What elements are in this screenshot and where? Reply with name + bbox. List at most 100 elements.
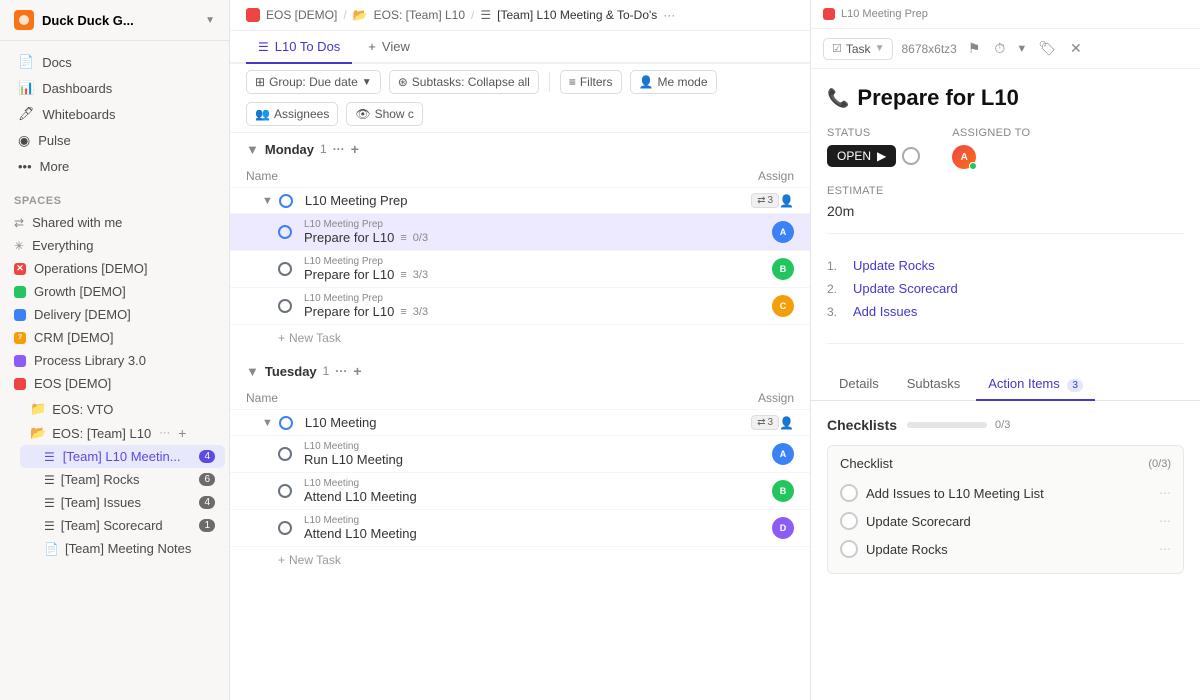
add-icon[interactable]: +: [178, 425, 186, 441]
prepare-l10-2-check[interactable]: [278, 262, 292, 276]
growth-icon: [14, 286, 26, 298]
sidebar-item-dashboards[interactable]: 📊 Dashboards: [4, 75, 225, 101]
sidebar-item-crm[interactable]: ? CRM [DEMO]: [0, 326, 229, 349]
sidebar-item-eos-vto[interactable]: 📁 EOS: VTO: [16, 397, 229, 421]
prepare-l10-3-row[interactable]: L10 Meeting Prep Prepare for L10 ≡ 3/3 C: [230, 288, 810, 325]
prepare-l10-3-check[interactable]: [278, 299, 292, 313]
breadcrumb-item-3[interactable]: [Team] L10 Meeting & To-Do's: [497, 8, 657, 22]
monday-add-icon[interactable]: +: [351, 141, 359, 157]
breadcrumb-more-icon[interactable]: ···: [663, 8, 675, 22]
panel-topbar2: ☑ Task ▼ 8678x6tz3 ⚑ ⏱ ▼ 🏷 ✕: [811, 29, 1200, 69]
l10-prep-collapse[interactable]: ▼: [262, 195, 273, 207]
l10-prep-group-name: L10 Meeting Prep: [305, 193, 408, 208]
breadcrumb-item-1[interactable]: EOS [DEMO]: [266, 8, 337, 22]
ellipsis-icon[interactable]: ···: [159, 427, 170, 439]
group-by-button[interactable]: ⊞ Group: Due date ▼: [246, 70, 381, 94]
assignee-avatar[interactable]: A: [952, 145, 976, 169]
ordered-link-2[interactable]: Update Scorecard: [853, 281, 958, 296]
status-button[interactable]: OPEN ▶: [827, 145, 896, 167]
filters-button[interactable]: ≡ Filters: [560, 70, 622, 94]
sidebar-item-team-scorecard[interactable]: ☰ [Team] Scorecard 1: [16, 514, 229, 537]
checklist-item-2[interactable]: Update Scorecard ⋯: [840, 507, 1171, 535]
task-type-badge[interactable]: ☑ Task ▼: [823, 38, 893, 60]
checklists-section-header: Checklists 0/3: [827, 417, 1184, 433]
sidebar-item-shared[interactable]: ⇄ Shared with me: [0, 211, 229, 234]
checklist-item-3[interactable]: Update Rocks ⋯: [840, 535, 1171, 563]
sidebar-item-team-issues[interactable]: ☰ [Team] Issues 4: [16, 491, 229, 514]
l10-prep-assign-icon[interactable]: 👤: [779, 194, 794, 208]
prepare-l10-1-row[interactable]: L10 Meeting Prep Prepare for L10 ≡ 0/3 A: [230, 214, 810, 251]
sidebar-item-pulse[interactable]: ◉ Pulse: [4, 127, 225, 154]
l10-meeting-assign-icon[interactable]: 👤: [779, 416, 794, 430]
l10-prep-subtask-badge: ⇄ 3: [751, 193, 779, 208]
monday-add-task[interactable]: + New Task: [230, 325, 810, 351]
ordered-link-3[interactable]: Add Issues: [853, 304, 917, 319]
panel-tab-details[interactable]: Details: [827, 368, 891, 401]
breadcrumb-item-2[interactable]: EOS: [Team] L10: [374, 8, 465, 22]
ordered-link-1[interactable]: Update Rocks: [853, 258, 935, 273]
tuesday-more-icon[interactable]: ···: [335, 364, 347, 378]
workspace-header[interactable]: Duck Duck G... ▼: [0, 0, 229, 41]
status-controls: OPEN ▶: [827, 145, 920, 167]
assignees-button[interactable]: 👥 Assignees: [246, 102, 338, 126]
run-l10-row[interactable]: L10 Meeting Run L10 Meeting A: [230, 436, 810, 473]
clock-icon[interactable]: ⏱: [991, 37, 1008, 60]
subtasks-button[interactable]: ⊛ Subtasks: Collapse all: [389, 70, 539, 94]
attend-l10-2-row[interactable]: L10 Meeting Attend L10 Meeting D: [230, 510, 810, 547]
sidebar-item-delivery[interactable]: Delivery [DEMO]: [0, 303, 229, 326]
show-button[interactable]: 👁 Show c: [346, 102, 423, 126]
l10-meeting-prep-group-row[interactable]: ▼ L10 Meeting Prep ⇄ 3 👤: [230, 188, 810, 214]
l10-meeting-collapse[interactable]: ▼: [262, 417, 273, 429]
checklist-item-1[interactable]: Add Issues to L10 Meeting List ⋯: [840, 479, 1171, 507]
group-chevron: ▼: [362, 77, 372, 88]
sidebar-item-whiteboards[interactable]: 🖊 Whiteboards: [4, 101, 225, 127]
sidebar-item-eos-team-l10[interactable]: 📂 EOS: [Team] L10 ··· +: [16, 421, 229, 445]
status-check-circle[interactable]: [902, 147, 920, 165]
tag-icon[interactable]: 🏷: [1035, 37, 1059, 60]
sidebar-item-team-scorecard-label: [Team] Scorecard: [61, 518, 163, 533]
tuesday-count: 1: [323, 364, 330, 378]
panel-tab-action-items[interactable]: Action Items 3: [976, 368, 1095, 401]
assignee-online-dot: [969, 162, 977, 170]
checklist-item-1-check[interactable]: [840, 484, 858, 502]
sidebar-item-docs[interactable]: 📄 Docs: [4, 49, 225, 75]
checklist-item-3-more[interactable]: ⋯: [1159, 542, 1171, 556]
panel-topbar: L10 Meeting Prep: [811, 0, 1200, 29]
workspace-chevron[interactable]: ▼: [205, 15, 215, 26]
close-icon[interactable]: ✕: [1067, 37, 1085, 60]
prepare-l10-1-check[interactable]: [278, 225, 292, 239]
sidebar-item-everything[interactable]: ✳ Everything: [0, 234, 229, 257]
tab-l10-todos[interactable]: ☰ L10 To Dos: [246, 31, 352, 64]
attend-l10-1-row[interactable]: L10 Meeting Attend L10 Meeting B: [230, 473, 810, 510]
tuesday-collapse-arrow[interactable]: ▼: [246, 364, 259, 379]
sidebar-item-team-meeting-notes[interactable]: 📄 [Team] Meeting Notes: [16, 537, 229, 560]
sidebar-item-process-lib[interactable]: Process Library 3.0: [0, 349, 229, 372]
monday-more-icon[interactable]: ···: [333, 142, 345, 156]
sidebar-item-operations[interactable]: ✕ Operations [DEMO]: [0, 257, 229, 280]
progress-bar: [907, 422, 987, 428]
sidebar-item-growth[interactable]: Growth [DEMO]: [0, 280, 229, 303]
panel-tab-subtasks[interactable]: Subtasks: [895, 368, 972, 401]
checklist-item-2-more[interactable]: ⋯: [1159, 514, 1171, 528]
tuesday-add-task[interactable]: + New Task: [230, 547, 810, 573]
prepare-l10-2-row[interactable]: L10 Meeting Prep Prepare for L10 ≡ 3/3 B: [230, 251, 810, 288]
sidebar-item-team-l10-meeting[interactable]: ☰ [Team] L10 Meetin... 4: [20, 445, 225, 468]
attend-l10-2-check[interactable]: [278, 521, 292, 535]
l10-meeting-group-row[interactable]: ▼ L10 Meeting ⇄ 3 👤: [230, 410, 810, 436]
sidebar-item-team-rocks[interactable]: ☰ [Team] Rocks 6: [16, 468, 229, 491]
prepare-l10-2-parent: L10 Meeting Prep: [304, 256, 772, 267]
tuesday-add-icon[interactable]: +: [353, 363, 361, 379]
run-l10-check[interactable]: [278, 447, 292, 461]
sidebar-item-eos-demo[interactable]: EOS [DEMO]: [0, 372, 229, 395]
checklist-item-2-check[interactable]: [840, 512, 858, 530]
tab-add-view[interactable]: + View: [356, 31, 422, 64]
l10-meeting-check[interactable]: [279, 416, 293, 430]
checklist-item-1-more[interactable]: ⋯: [1159, 486, 1171, 500]
checklist-item-3-check[interactable]: [840, 540, 858, 558]
flag-icon[interactable]: ⚑: [965, 37, 984, 60]
attend-l10-1-check[interactable]: [278, 484, 292, 498]
sidebar-item-more[interactable]: ••• More: [4, 154, 225, 179]
l10-prep-check[interactable]: [279, 194, 293, 208]
me-mode-button[interactable]: 👤 Me mode: [630, 70, 717, 94]
monday-collapse-arrow[interactable]: ▼: [246, 142, 259, 157]
